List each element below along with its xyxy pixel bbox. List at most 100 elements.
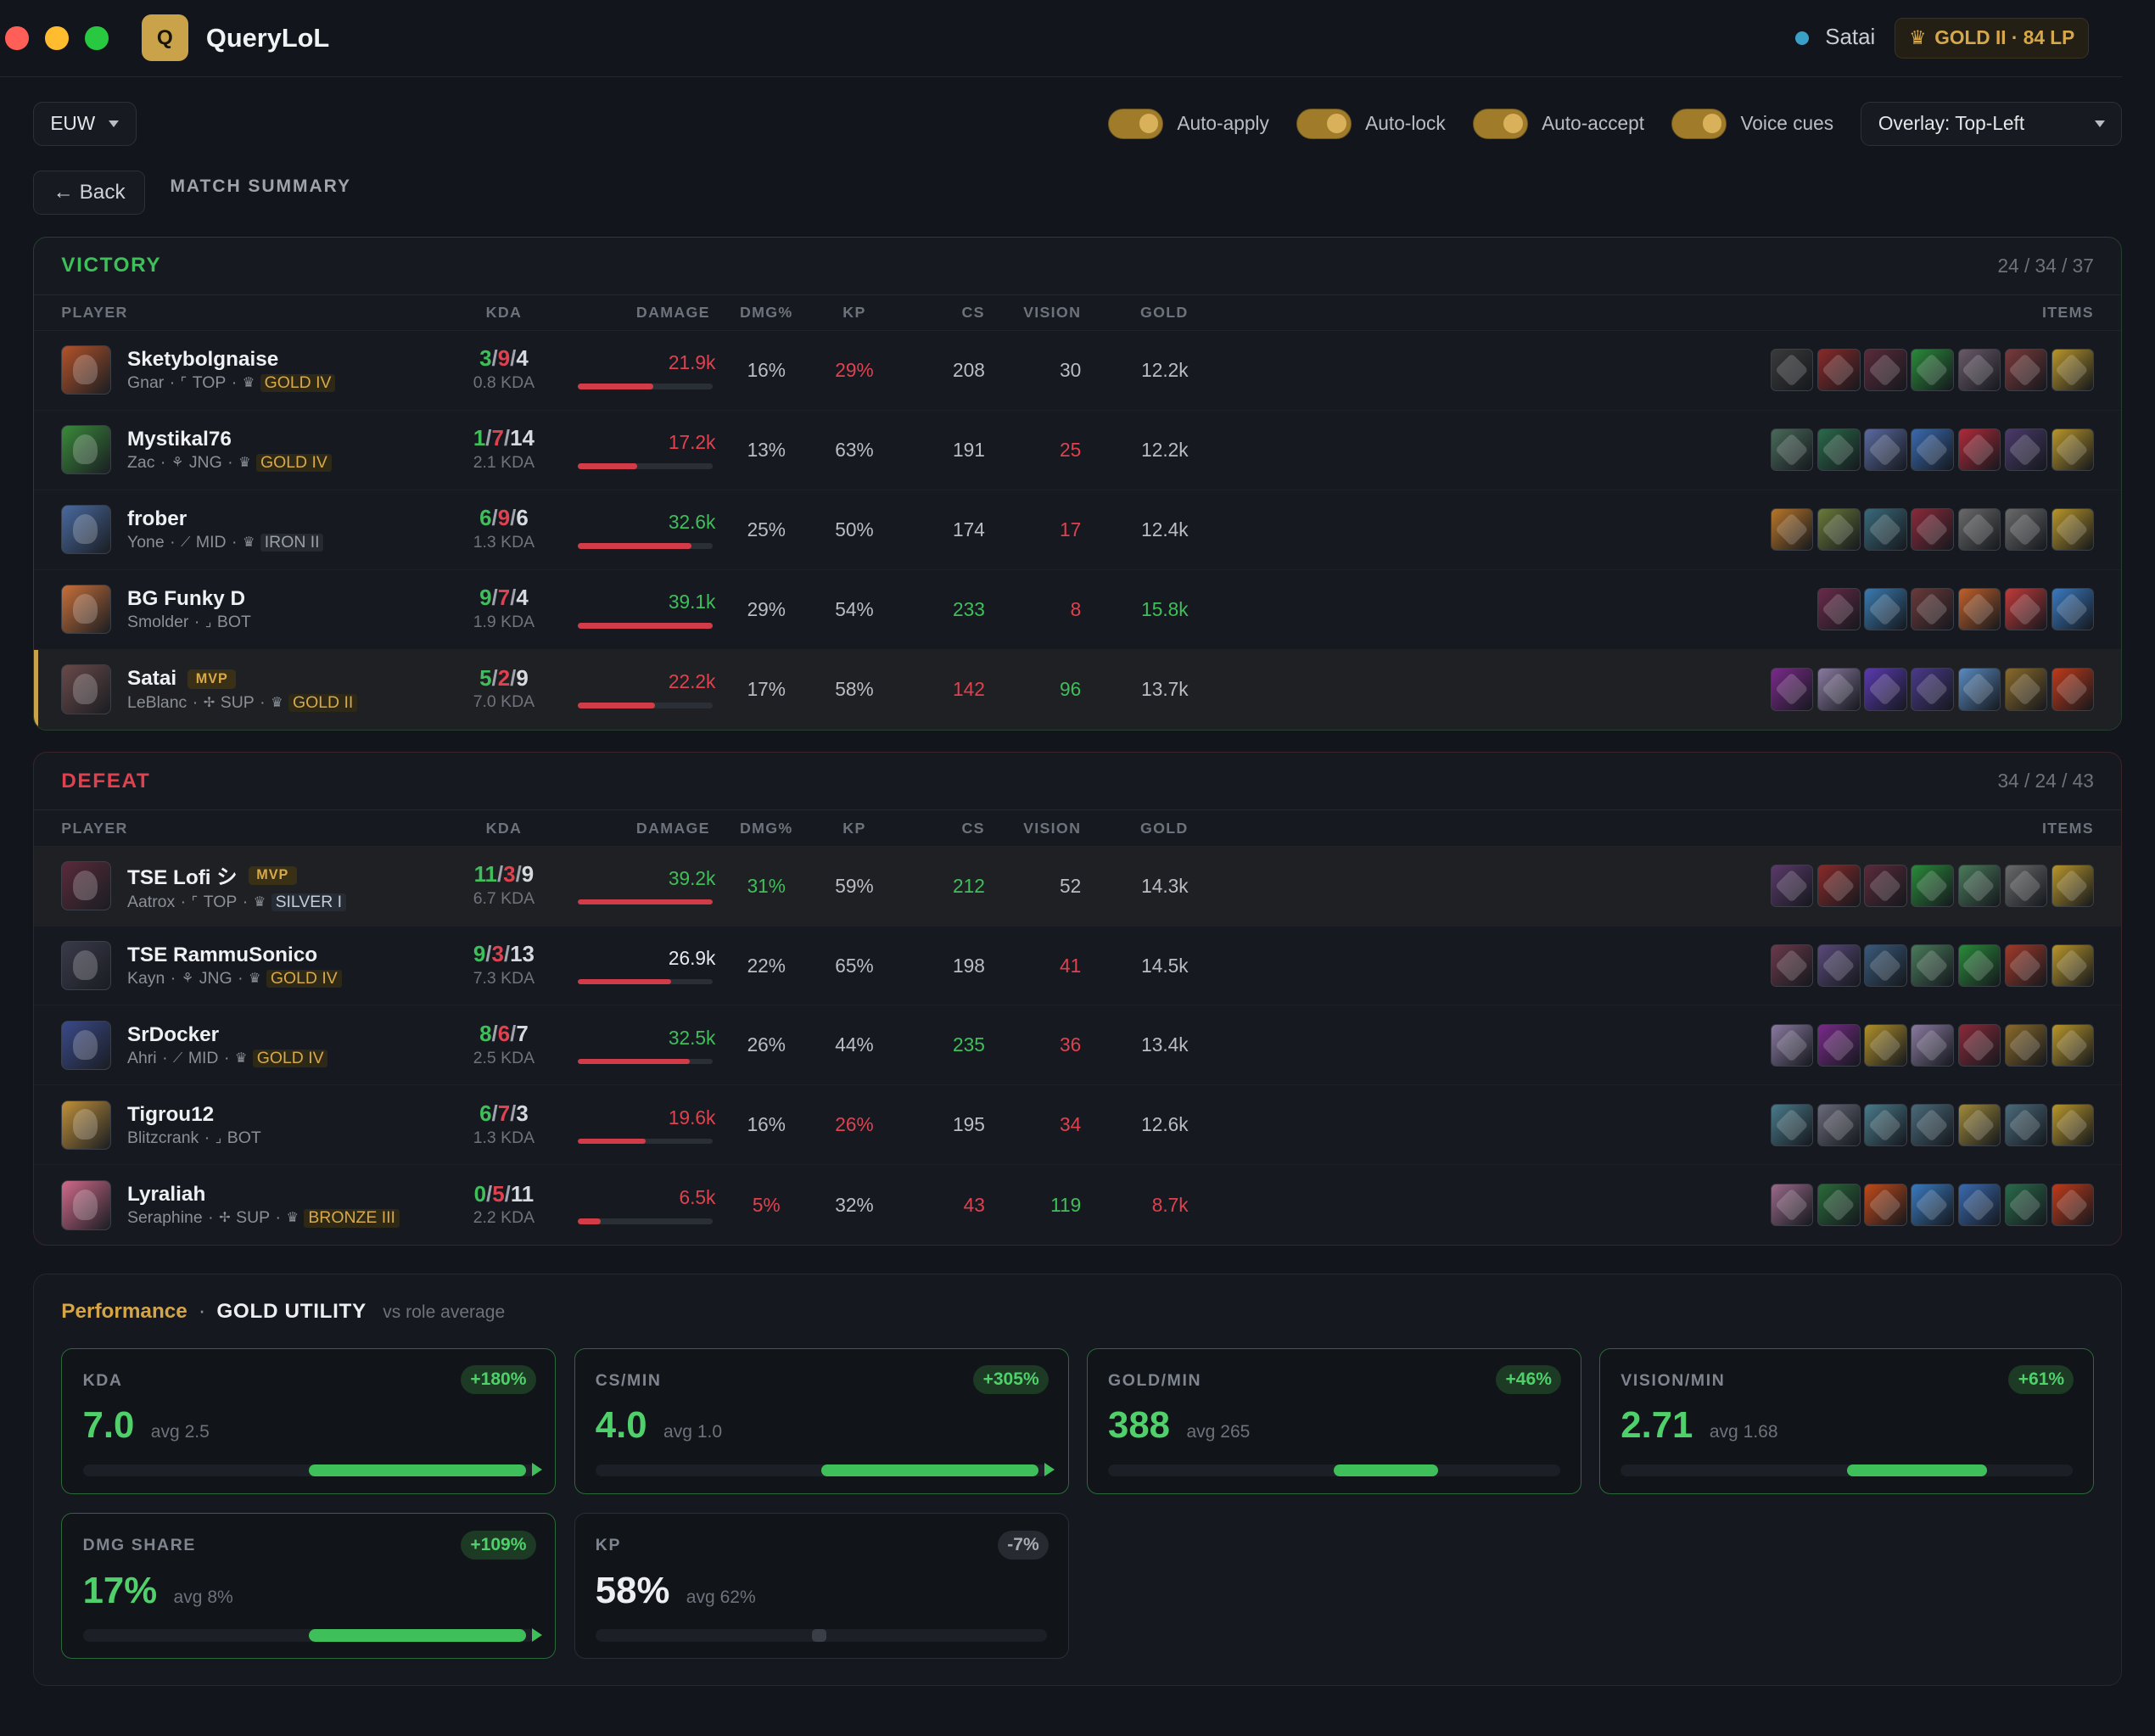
item-icon[interactable] [1911,1103,1954,1147]
item-icon[interactable] [2051,587,2094,631]
item-icon[interactable] [2004,668,2047,711]
item-icon[interactable] [2004,349,2047,392]
item-icon[interactable] [1817,668,1861,711]
back-button[interactable]: ← Back [32,170,146,215]
item-icon[interactable] [2051,1184,2094,1227]
item-icon[interactable] [1771,668,1814,711]
item-icon[interactable] [1864,1184,1907,1227]
item-icon[interactable] [1771,349,1814,392]
player-row[interactable]: Sketybolgnaise Gnar · ⌜ TOP · ♛ GOLD IV 3/9/4 0.8… [33,331,2122,411]
item-icon[interactable] [1771,1184,1814,1227]
item-icon[interactable] [2051,1103,2094,1147]
item-icon[interactable] [1957,508,2001,552]
item-icon[interactable] [1911,1023,1954,1067]
item-icon[interactable] [1957,587,2001,631]
region-select[interactable]: EUW [32,101,137,146]
champion-portrait[interactable] [61,940,111,991]
item-icon[interactable] [1864,668,1907,711]
item-icon[interactable] [1911,508,1954,552]
item-icon[interactable] [1864,1103,1907,1147]
item-icon[interactable] [2004,1184,2047,1227]
minimize-window-button[interactable] [45,26,69,50]
champion-portrait[interactable] [61,664,111,714]
player-row[interactable]: Mystikal76 Zac · ⚘ JNG · ♛ GOLD IV 1/7/14 2.1 KDA… [33,411,2122,490]
item-icon[interactable] [1911,944,1954,988]
toggle-voice-cues[interactable]: Voice cues [1671,108,1833,139]
item-icon[interactable] [2051,508,2094,552]
item-icon[interactable] [1817,944,1861,988]
item-icon[interactable] [1957,1023,2001,1067]
item-icon[interactable] [1911,587,1954,631]
item-icon[interactable] [2004,428,2047,472]
switch-auto-lock[interactable] [1296,108,1352,139]
champion-portrait[interactable] [61,1100,111,1151]
item-icon[interactable] [1957,428,2001,472]
item-icon[interactable] [1771,508,1814,552]
item-icon[interactable] [2051,864,2094,908]
player-name[interactable]: SrDocker [127,1023,219,1047]
maximize-window-button[interactable] [85,26,109,50]
toggle-auto-apply[interactable]: Auto-apply [1108,108,1269,139]
item-icon[interactable] [1771,944,1814,988]
item-icon[interactable] [1957,1103,2001,1147]
item-icon[interactable] [1957,349,2001,392]
item-icon[interactable] [2004,1103,2047,1147]
close-window-button[interactable] [5,26,29,50]
item-icon[interactable] [2051,349,2094,392]
item-icon[interactable] [1771,428,1814,472]
item-icon[interactable] [1817,508,1861,552]
item-icon[interactable] [1817,1023,1861,1067]
item-icon[interactable] [2004,944,2047,988]
item-icon[interactable] [1771,1103,1814,1147]
item-icon[interactable] [1864,864,1907,908]
player-row[interactable]: SrDocker Ahri · ⟋ MID · ♛ GOLD IV 8/6/7 2.5 KDA 32… [33,1005,2122,1086]
champion-portrait[interactable] [61,425,111,475]
item-icon[interactable] [2051,428,2094,472]
player-row[interactable]: frober Yone · ⟋ MID · ♛ IRON II 6/9/6 1.3 KDA 32.6… [33,490,2122,570]
player-row[interactable]: Tigrou12 Blitzcrank · ⌟ BOT 6/7/3 1.3 KDA 19.6k… [33,1085,2122,1166]
champion-portrait[interactable] [61,584,111,635]
player-name[interactable]: Mystikal76 [127,428,232,451]
item-icon[interactable] [1864,1023,1907,1067]
switch-voice-cues[interactable] [1671,108,1727,139]
toggle-auto-lock[interactable]: Auto-lock [1296,108,1446,139]
item-icon[interactable] [2051,1023,2094,1067]
item-icon[interactable] [1771,1023,1814,1067]
item-icon[interactable] [1817,1184,1861,1227]
item-icon[interactable] [1911,428,1954,472]
player-row[interactable]: Satai MVP LeBlanc · ✢ SUP · ♛ GOLD II 5/2/9 7.0 KD… [33,649,2122,730]
player-row[interactable]: Lyraliah Seraphine · ✢ SUP · ♛ BRONZE III 0/5/11… [34,1165,2121,1245]
item-icon[interactable] [1864,428,1907,472]
item-icon[interactable] [1957,668,2001,711]
item-icon[interactable] [1817,864,1861,908]
item-icon[interactable] [1957,944,2001,988]
player-name[interactable]: Satai [127,667,176,691]
player-name[interactable]: TSE Lofi シ [127,860,238,890]
item-icon[interactable] [1817,428,1861,472]
item-icon[interactable] [1911,1184,1954,1227]
item-icon[interactable] [1864,587,1907,631]
item-icon[interactable] [1817,1103,1861,1147]
item-icon[interactable] [2004,1023,2047,1067]
player-name[interactable]: Tigrou12 [127,1103,214,1127]
item-icon[interactable] [2004,587,2047,631]
item-icon[interactable] [2004,508,2047,552]
player-name[interactable]: BG Funky D [127,587,245,611]
champion-portrait[interactable] [61,860,111,911]
item-icon[interactable] [1957,1184,2001,1227]
player-name[interactable]: frober [127,507,187,531]
switch-auto-accept[interactable] [1473,108,1528,139]
player-name[interactable]: TSE RammuSonico [127,944,317,967]
item-icon[interactable] [2051,668,2094,711]
item-icon[interactable] [1864,944,1907,988]
player-name[interactable]: Lyraliah [127,1183,205,1207]
player-row[interactable]: TSE Lofi シ MVP Aatrox · ⌜ TOP · ♛ SILVER I 11/3/9… [33,846,2122,927]
item-icon[interactable] [1817,587,1861,631]
item-icon[interactable] [1864,349,1907,392]
overlay-position-select[interactable]: Overlay: Top-Left [1861,101,2123,146]
item-icon[interactable] [1817,349,1861,392]
champion-portrait[interactable] [61,504,111,555]
switch-auto-apply[interactable] [1108,108,1164,139]
item-icon[interactable] [1911,864,1954,908]
item-icon[interactable] [1911,349,1954,392]
